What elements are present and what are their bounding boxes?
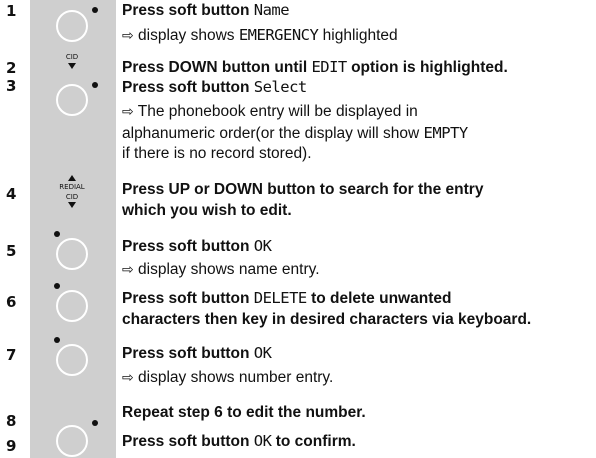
step-3-result: ⇨ The phonebook entry will be displayed …: [122, 103, 418, 120]
soft-key-icon: [56, 425, 88, 457]
cid-label: CID: [65, 53, 79, 61]
up-arrow-icon: [68, 175, 76, 181]
result-arrow-icon: ⇨: [122, 28, 134, 44]
soft-key-icon: [56, 238, 88, 270]
down-arrow-icon: [68, 202, 76, 208]
step-3-result-cont: alphanumeric order(or the display will s…: [122, 124, 468, 142]
step-6-instruction-cont: characters then key in desired character…: [122, 311, 532, 328]
step-8-instruction: Repeat step 6 to edit the number.: [122, 404, 366, 421]
step-3-instruction: Press soft button Select: [122, 78, 307, 96]
step-number-6: 6: [6, 293, 17, 311]
step-7-instruction: Press soft button OK: [122, 344, 272, 362]
step-number-7: 7: [6, 346, 17, 364]
soft-key-left-dot-icon: [54, 337, 60, 343]
cid-label: CID: [65, 193, 79, 201]
soft-key-right-dot-icon: [92, 420, 98, 426]
step-2-instruction: Press DOWN button until EDIT option is h…: [122, 58, 508, 76]
step-number-3: 3: [6, 77, 17, 95]
redial-label: REDIAL: [59, 183, 85, 191]
step-4-instruction: Press UP or DOWN button to search for th…: [122, 181, 484, 198]
soft-key-right-dot-icon: [92, 82, 98, 88]
soft-key-icon: [56, 84, 88, 116]
result-arrow-icon: ⇨: [122, 104, 134, 120]
step-7-result: ⇨ display shows number entry.: [122, 369, 334, 386]
step-number-4: 4: [6, 185, 17, 203]
step-1-result: ⇨ display shows EMERGENCY highlighted: [122, 26, 398, 44]
step-number-8: 8: [6, 412, 17, 430]
step-3-result-cont: if there is no record stored).: [122, 145, 312, 162]
step-5-instruction: Press soft button OK: [122, 237, 272, 255]
soft-key-right-dot-icon: [92, 7, 98, 13]
soft-key-icon: [56, 290, 88, 322]
soft-key-icon: [56, 10, 88, 42]
soft-key-left-dot-icon: [54, 231, 60, 237]
result-arrow-icon: ⇨: [122, 370, 134, 386]
step-number-5: 5: [6, 242, 17, 260]
result-arrow-icon: ⇨: [122, 262, 134, 278]
step-number-2: 2: [6, 59, 17, 77]
step-number-1: 1: [6, 2, 17, 20]
step-number-9: 9: [6, 437, 17, 455]
soft-key-icon: [56, 344, 88, 376]
soft-key-left-dot-icon: [54, 283, 60, 289]
step-6-instruction: Press soft button DELETE to delete unwan…: [122, 289, 452, 307]
down-arrow-icon: [68, 63, 76, 69]
step-9-instruction: Press soft button OK to confirm.: [122, 432, 356, 450]
step-4-instruction-cont: which you wish to edit.: [122, 202, 292, 219]
step-1-instruction: Press soft button Name: [122, 1, 290, 19]
step-5-result: ⇨ display shows name entry.: [122, 261, 320, 278]
